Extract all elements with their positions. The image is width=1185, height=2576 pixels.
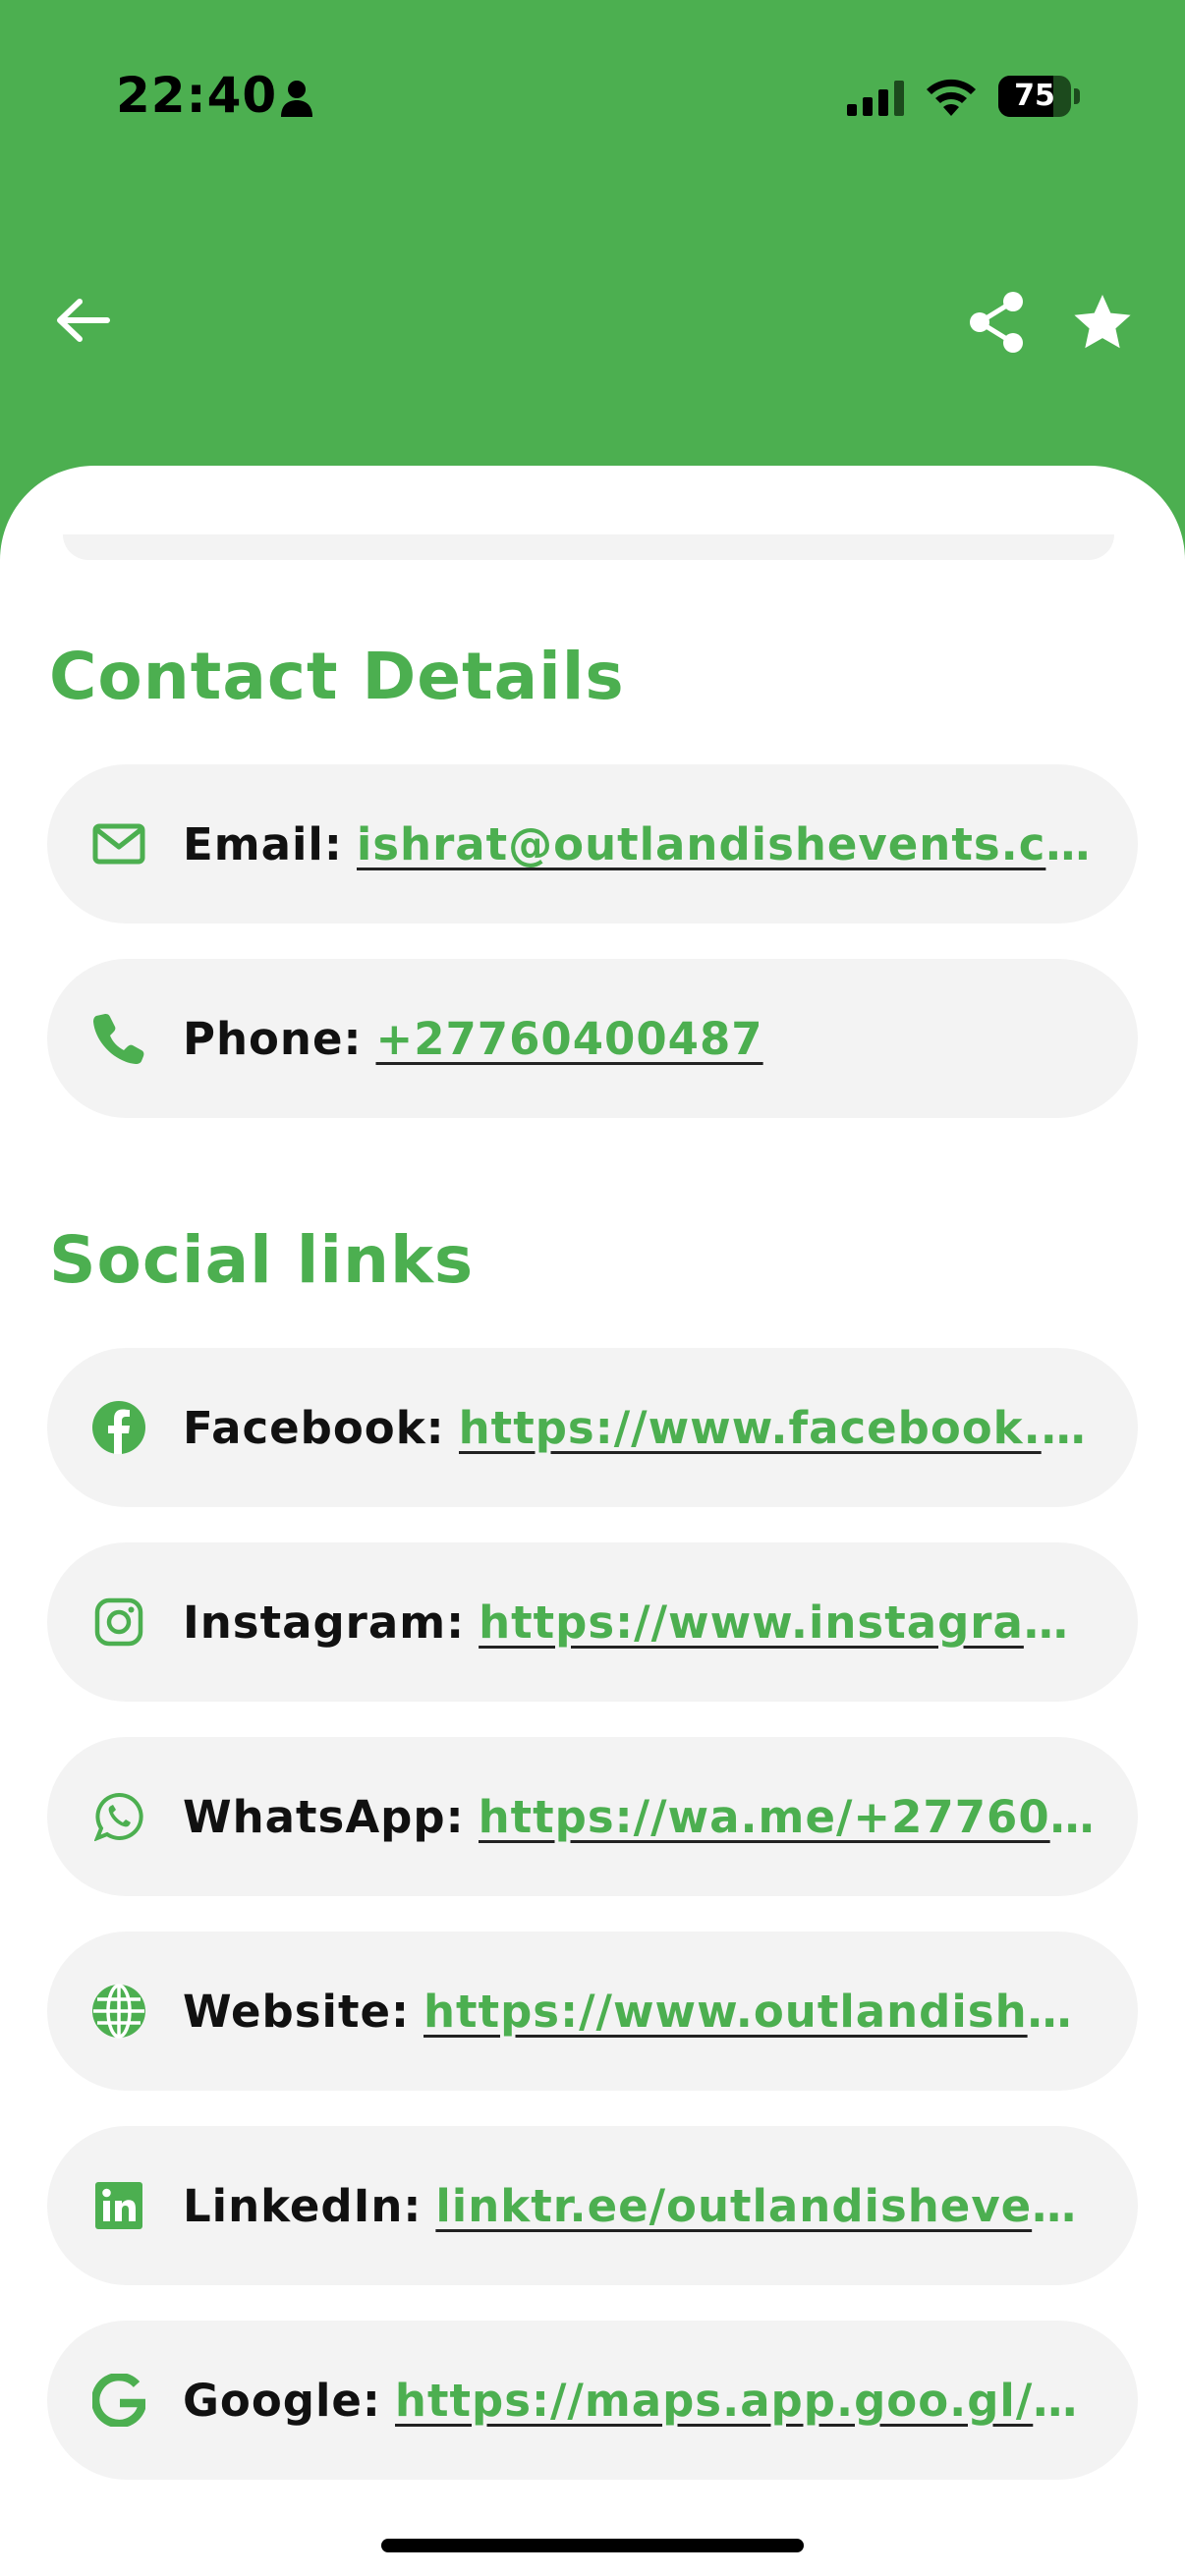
website-label: Website:	[183, 1985, 411, 2038]
person-icon	[281, 81, 312, 117]
star-icon	[1074, 295, 1131, 349]
instagram-label: Instagram:	[183, 1596, 466, 1649]
content-sheet: Contact Details Email: ishrat@outlandish…	[0, 466, 1185, 2576]
battery-level: 75	[1014, 79, 1055, 113]
whatsapp-link[interactable]: https://wa.me/+27760...	[479, 1791, 1095, 1843]
linkedin-icon	[90, 2177, 147, 2234]
status-time: 22:40	[116, 67, 278, 124]
social-links-title: Social links	[49, 1222, 475, 1298]
social-row-instagram[interactable]: Instagram: https://www.instagram...	[47, 1542, 1138, 1702]
back-button[interactable]	[43, 281, 122, 360]
battery-icon: 75	[998, 76, 1081, 117]
linkedin-link[interactable]: linktr.ee/outlandishevents	[435, 2180, 1095, 2232]
social-row-website[interactable]: Website: https://www.outlandishe...	[47, 1932, 1138, 2091]
website-link[interactable]: https://www.outlandishe...	[423, 1986, 1095, 2038]
previous-card-edge	[63, 534, 1114, 560]
share-icon	[970, 292, 1023, 353]
social-row-google[interactable]: Google: https://maps.app.goo.gl/4...	[47, 2321, 1138, 2480]
social-row-whatsapp[interactable]: WhatsApp: https://wa.me/+27760...	[47, 1737, 1138, 1896]
social-row-linkedin[interactable]: LinkedIn: linktr.ee/outlandishevents	[47, 2126, 1138, 2285]
email-label: Email:	[183, 817, 343, 870]
favorite-button[interactable]	[1061, 281, 1144, 364]
google-label: Google:	[183, 2374, 381, 2427]
phone-link[interactable]: +27760400487	[375, 1013, 762, 1065]
instagram-icon	[90, 1594, 147, 1651]
contact-row-email[interactable]: Email: ishrat@outlandishevents.co...	[47, 764, 1138, 924]
arrow-left-icon	[57, 299, 110, 342]
email-link[interactable]: ishrat@outlandishevents.co...	[357, 818, 1095, 870]
facebook-icon	[90, 1399, 147, 1456]
whatsapp-label: WhatsApp:	[183, 1790, 465, 1843]
whatsapp-icon	[90, 1788, 147, 1845]
facebook-link[interactable]: https://www.facebook.c...	[459, 1402, 1095, 1454]
facebook-label: Facebook:	[183, 1401, 445, 1454]
envelope-icon	[90, 815, 147, 872]
contact-row-phone[interactable]: Phone: +27760400487	[47, 959, 1138, 1118]
google-icon	[90, 2372, 147, 2429]
globe-icon	[90, 1983, 147, 2040]
phone-label: Phone:	[183, 1012, 363, 1065]
share-button[interactable]	[955, 281, 1038, 364]
instagram-link[interactable]: https://www.instagram...	[479, 1596, 1095, 1649]
status-bar: 22:40 75	[0, 0, 1185, 196]
linkedin-label: LinkedIn:	[183, 2179, 423, 2232]
wifi-icon	[927, 79, 976, 116]
cellular-signal-icon	[847, 81, 904, 116]
contact-details-title: Contact Details	[49, 639, 625, 714]
social-row-facebook[interactable]: Facebook: https://www.facebook.c...	[47, 1348, 1138, 1507]
home-indicator[interactable]	[381, 2539, 804, 2552]
phone-icon	[90, 1010, 147, 1067]
google-link[interactable]: https://maps.app.goo.gl/4...	[395, 2375, 1095, 2427]
